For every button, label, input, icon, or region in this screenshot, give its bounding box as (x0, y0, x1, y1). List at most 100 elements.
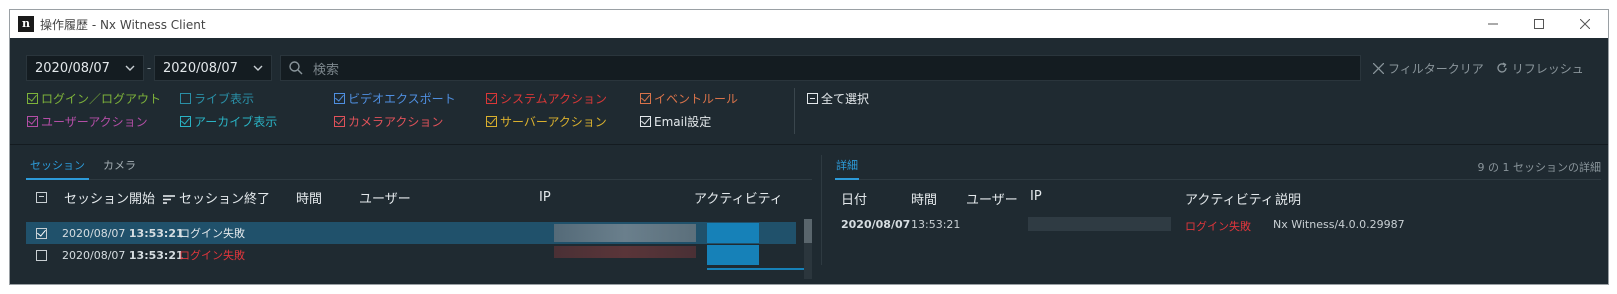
sort-icon (163, 194, 176, 204)
filter-label: ライブ表示 (194, 92, 255, 106)
checkbox-icon (486, 116, 497, 127)
filter-divider (794, 88, 795, 134)
minimize-icon (1488, 23, 1498, 25)
close-button[interactable] (1562, 10, 1608, 38)
filter-server-action[interactable]: サーバーアクション (486, 113, 607, 130)
chevron-down-icon (125, 65, 135, 71)
minimize-button[interactable] (1470, 10, 1516, 38)
filter-archive-view[interactable]: アーカイブ表示 (180, 113, 277, 130)
column-date[interactable]: 日付 (841, 189, 867, 208)
column-ip[interactable]: IP (1030, 189, 1042, 204)
column-label: セッション開始 (64, 191, 156, 207)
audit-trail-window: n 操作履歴 - Nx Witness Client 2020/08/07 - … (9, 9, 1609, 285)
sessions-panel: セッション カメラ セッション開始 セッション終了 時間 ユーザー IP アクテ… (26, 154, 812, 284)
filter-label: ログイン／ログアウト (41, 92, 162, 106)
filter-event-rule[interactable]: イベントルール (640, 90, 738, 107)
checkbox-icon (27, 116, 38, 127)
detail-activity: ログイン失敗 (1185, 220, 1251, 233)
window-controls (1470, 10, 1608, 38)
filter-video-export[interactable]: ビデオエクスポート (334, 90, 456, 107)
details-panel: 詳細 9 の 1 セッションの詳細 日付 時間 ユーザー IP アクティビティ … (835, 154, 1601, 284)
session-time: 13:53:21 (128, 226, 184, 240)
refresh-button[interactable]: リフレッシュ (1496, 60, 1584, 77)
column-session-end[interactable]: セッション終了 (179, 188, 270, 207)
refresh-label: リフレッシュ (1511, 61, 1584, 76)
window-title: 操作履歴 - Nx Witness Client (40, 17, 206, 32)
activity-timeline (707, 268, 811, 270)
filter-label: ビデオエクスポート (348, 92, 456, 106)
search-icon (289, 61, 303, 75)
ip-redacted (1028, 217, 1171, 231)
details-count: 9 の 1 セッションの詳細 (1477, 160, 1602, 174)
filter-live-view[interactable]: ライブ表示 (180, 90, 254, 107)
partial-checkbox-icon (807, 93, 818, 104)
filter-label: Email設定 (654, 115, 712, 129)
filter-camera-action[interactable]: カメラアクション (334, 113, 443, 130)
tab-details[interactable]: 詳細 (835, 154, 859, 180)
column-session-start[interactable]: セッション開始 (64, 188, 176, 207)
session-time: 13:53:21 (128, 248, 184, 262)
filter-login-logout[interactable]: ログイン／ログアウト (27, 90, 161, 107)
activity-bar (707, 223, 759, 243)
filter-label: ユーザーアクション (41, 115, 148, 129)
session-end-cell: ログイン失敗 (179, 227, 245, 240)
date-separator: - (146, 61, 152, 75)
filter-email-settings[interactable]: Email設定 (640, 113, 711, 130)
panel-divider[interactable] (821, 155, 822, 265)
date-from-picker[interactable]: 2020/08/07 (26, 55, 144, 81)
activity-bar (707, 245, 759, 265)
date-from-value: 2020/08/07 (35, 60, 110, 76)
ip-redacted (554, 246, 696, 258)
search-placeholder: 検索 (313, 62, 340, 78)
sessions-tabs: セッション カメラ (26, 154, 812, 180)
column-ip[interactable]: IP (539, 190, 551, 205)
search-input[interactable]: 検索 (280, 55, 1361, 81)
scrollbar-thumb[interactable] (804, 219, 812, 243)
close-icon (1373, 62, 1384, 74)
session-row[interactable]: 2020/08/07 13:53:21 ログイン失敗 (26, 222, 796, 244)
filter-user-action[interactable]: ユーザーアクション (27, 113, 148, 130)
column-user[interactable]: ユーザー (966, 189, 1018, 208)
detail-description: Nx Witness/4.0.0.29987 (1273, 218, 1405, 231)
checkbox-icon (640, 93, 651, 104)
column-description[interactable]: 説明 (1275, 189, 1301, 208)
filter-label: アーカイブ表示 (194, 115, 278, 129)
row-checkbox[interactable] (36, 227, 47, 239)
checkbox-icon (180, 93, 191, 104)
filter-label: システムアクション (500, 92, 608, 106)
select-all-toggle[interactable]: 全て選択 (807, 90, 869, 107)
date-to-picker[interactable]: 2020/08/07 (154, 55, 272, 81)
column-activity[interactable]: アクティビティ (694, 188, 783, 207)
column-duration[interactable]: 時間 (296, 188, 322, 207)
checkbox-icon (640, 116, 651, 127)
column-user[interactable]: ユーザー (359, 188, 411, 207)
session-end-cell: ログイン失敗 (179, 249, 245, 262)
column-time[interactable]: 時間 (911, 189, 937, 208)
session-date: 2020/08/07 (62, 248, 126, 262)
maximize-icon (1534, 19, 1544, 29)
checkbox-icon (27, 93, 38, 104)
clear-filter-button[interactable]: フィルタークリア (1373, 60, 1484, 77)
session-start-cell: 2020/08/07 13:53:21 (62, 227, 184, 240)
detail-time: 13:53:21 (911, 218, 961, 231)
filter-label: サーバーアクション (500, 115, 607, 129)
column-activity[interactable]: アクティビティ (1185, 189, 1274, 208)
checkbox-icon (334, 116, 345, 127)
details-header: 詳細 9 の 1 セッションの詳細 (835, 154, 1601, 180)
toolbar: 2020/08/07 - 2020/08/07 検索 フィルタークリア リフレッ… (26, 55, 1608, 81)
tab-cameras[interactable]: カメラ (99, 154, 140, 180)
ip-redacted (554, 224, 696, 242)
row-checkbox[interactable] (36, 249, 47, 261)
select-all-sessions-checkbox[interactable] (36, 191, 47, 203)
sessions-table-header: セッション開始 セッション終了 時間 ユーザー IP アクティビティ (26, 183, 812, 211)
maximize-button[interactable] (1516, 10, 1562, 38)
details-table-header: 日付 時間 ユーザー IP アクティビティ 説明 (835, 183, 1601, 211)
tab-sessions[interactable]: セッション (26, 154, 89, 180)
select-all-label: 全て選択 (821, 92, 870, 106)
filter-system-action[interactable]: システムアクション (486, 90, 607, 107)
session-start-cell: 2020/08/07 13:53:21 (62, 249, 184, 262)
session-row[interactable]: 2020/08/07 13:53:21 ログイン失敗 (26, 244, 796, 266)
details-row[interactable]: 2020/08/07 13:53:21 ログイン失敗 Nx Witness/4.… (835, 214, 1601, 236)
detail-date: 2020/08/07 (841, 218, 911, 231)
refresh-icon (1497, 62, 1507, 73)
